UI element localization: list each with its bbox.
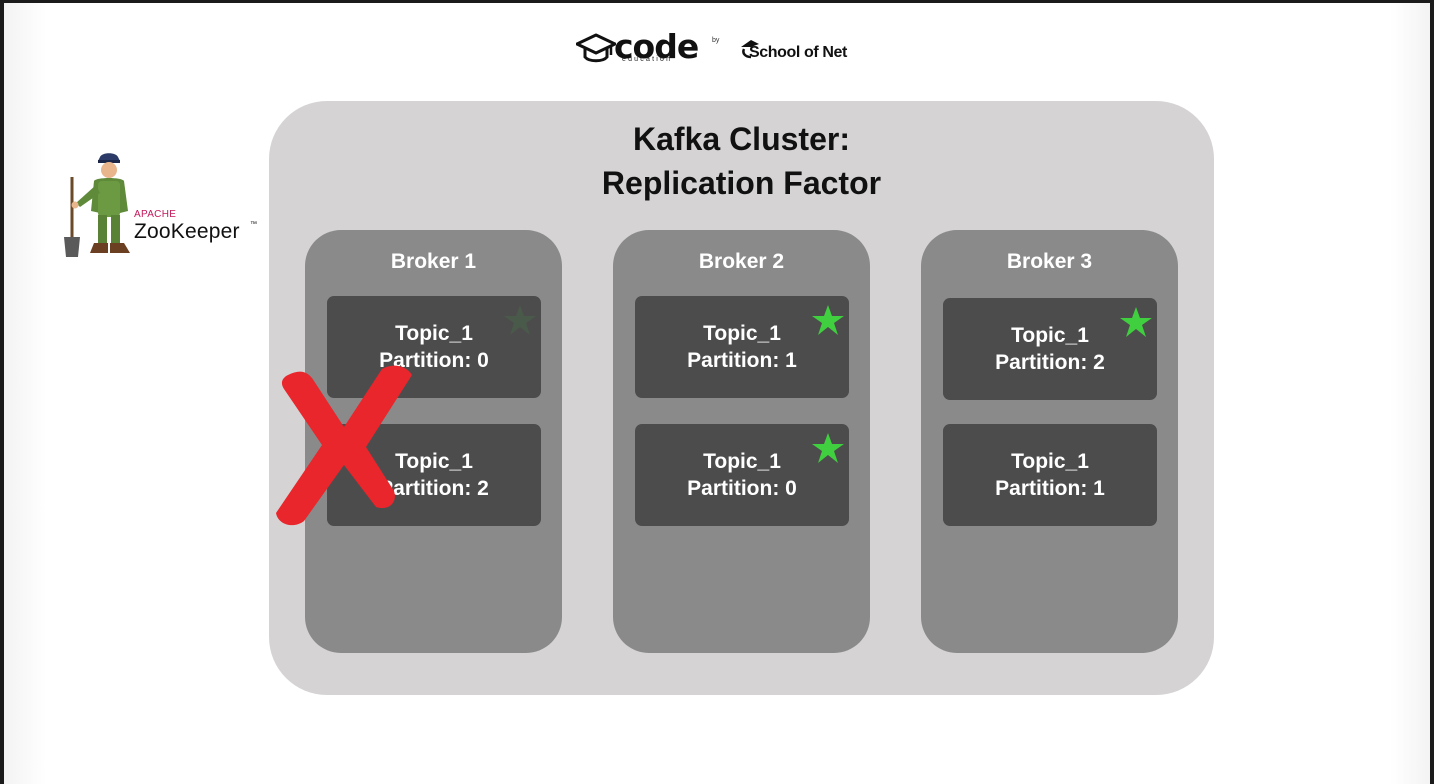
broker-3: Broker 3 Topic_1 Partition: 2 Topic_1 Pa… — [921, 230, 1178, 653]
zookeeper-name: ZooKeeper — [134, 220, 240, 243]
school-of-net-word: School of Net — [749, 44, 847, 61]
broker-2: Broker 2 Topic_1 Partition: 1 Topic_1 Pa… — [613, 230, 870, 653]
slide: code education by School of Net APACHE Z… — [4, 3, 1430, 784]
broker-title: Broker 3 — [1006, 250, 1093, 273]
zookeeper-trademark: ™ — [250, 221, 257, 228]
partition-number: Partition: 1 — [687, 349, 797, 372]
slide-edge-left — [4, 3, 46, 784]
partition-box: Topic_1 Partition: 1 — [943, 424, 1157, 526]
broker-title: Broker 2 — [698, 250, 785, 273]
cluster-title: Kafka Cluster: Replication Factor — [269, 117, 1214, 205]
partition-number: Partition: 0 — [687, 477, 797, 500]
cluster-title-line1: Kafka Cluster: — [633, 121, 850, 157]
star-icon — [812, 305, 844, 335]
slide-edge-right — [1390, 3, 1430, 784]
partition-number: Partition: 2 — [995, 351, 1105, 374]
by-label: by — [712, 37, 720, 44]
code-education-logo: code education — [574, 27, 704, 67]
header-logos: code education by School of Net — [574, 27, 874, 67]
partition-box: Topic_1 Partition: 0 — [635, 424, 849, 526]
zookeeper-mascot-icon — [64, 153, 130, 257]
partition-box: Topic_1 Partition: 2 — [943, 298, 1157, 400]
zookeeper-logo: APACHE ZooKeeper ™ — [58, 151, 268, 263]
partition-box: Topic_1 Partition: 1 — [635, 296, 849, 398]
zookeeper-apache-label: APACHE — [134, 209, 177, 220]
star-icon — [504, 305, 536, 335]
partition-topic: Topic_1 — [1011, 450, 1089, 473]
broker-title: Broker 1 — [390, 250, 477, 273]
star-icon — [812, 433, 844, 463]
star-icon — [1120, 307, 1152, 337]
cluster-title-line2: Replication Factor — [601, 165, 882, 201]
partition-number: Partition: 1 — [995, 477, 1105, 500]
graduation-cap-icon — [576, 33, 616, 63]
x-cross-icon — [276, 365, 412, 526]
code-logo-subtitle: education — [622, 56, 673, 63]
